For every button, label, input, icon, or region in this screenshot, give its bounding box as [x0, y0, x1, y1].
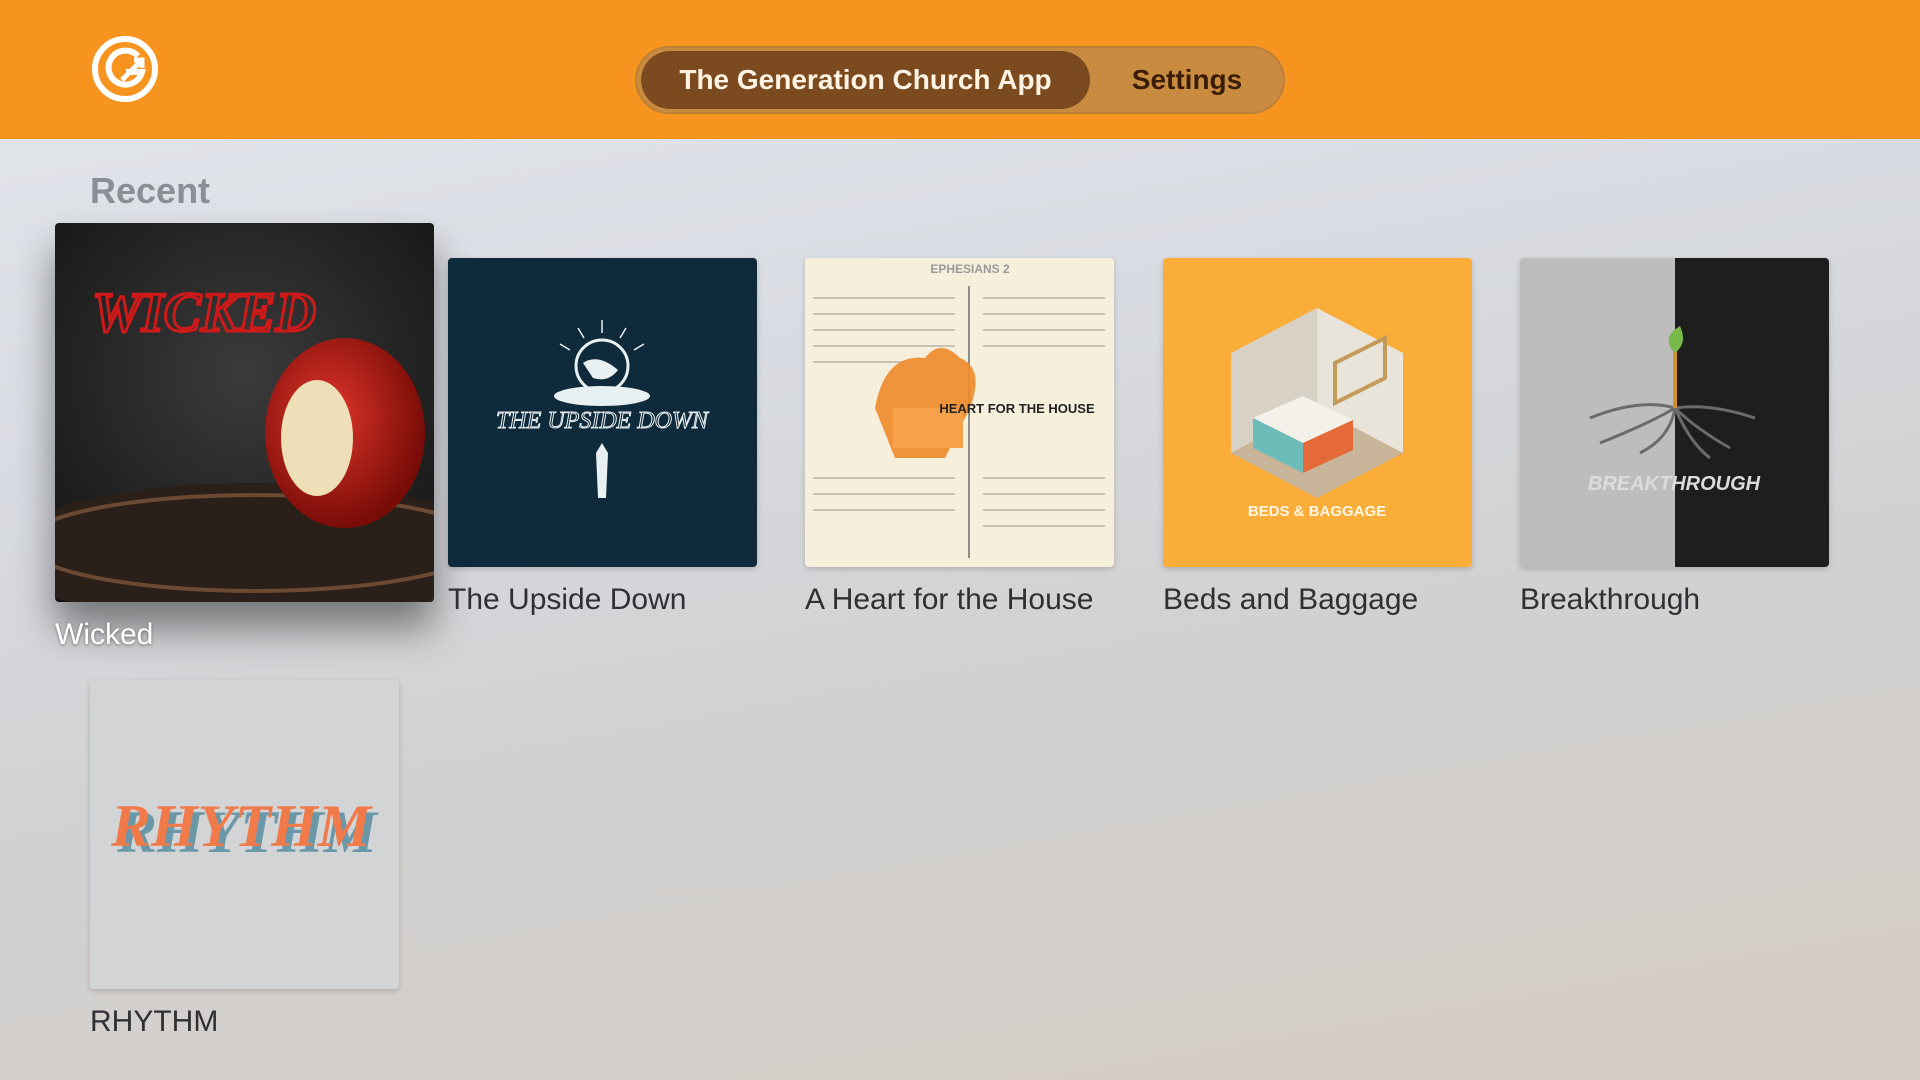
series-title: RHYTHM — [90, 1005, 219, 1038]
tab-generation-church-app[interactable]: The Generation Church App — [641, 51, 1090, 109]
series-card-breakthrough[interactable]: BREAKTHROUGH Breakthrough — [1520, 258, 1840, 628]
globe-hand-artwork-icon: THE UPSIDE DOWN — [448, 258, 757, 567]
bedroom-artwork-icon: BEDS & BAGGAGE — [1163, 258, 1472, 567]
series-card-beds-and-baggage[interactable]: BEDS & BAGGAGE Beds and Baggage — [1163, 258, 1483, 628]
series-card-wicked[interactable]: WICKED Wicked — [55, 223, 435, 663]
section-title: Recent — [90, 170, 211, 211]
series-title: Wicked — [55, 618, 154, 651]
main-nav-segmented-control: The Generation Church App Settings — [635, 46, 1285, 114]
top-bar: The Generation Church App Settings — [0, 0, 1920, 139]
svg-text:WICKED: WICKED — [92, 282, 316, 344]
series-card-upside-down[interactable]: THE UPSIDE DOWN The Upside Down — [448, 258, 758, 628]
svg-text:BREAKTHROUGH: BREAKTHROUGH — [1588, 473, 1761, 495]
roots-artwork-icon: BREAKTHROUGH — [1520, 258, 1829, 567]
series-title: Breakthrough — [1520, 583, 1701, 616]
tab-settings[interactable]: Settings — [1095, 51, 1279, 109]
svg-text:RHYTHM: RHYTHM — [110, 793, 374, 859]
church-logo-icon — [92, 36, 158, 102]
series-title: Beds and Baggage — [1163, 583, 1419, 616]
rhythm-artwork-icon: RHYTHM RHYTHM — [90, 680, 399, 989]
svg-text:HEART FOR THE HOUSE: HEART FOR THE HOUSE — [939, 401, 1095, 416]
series-title: A Heart for the House — [805, 583, 1094, 616]
series-card-rhythm[interactable]: RHYTHM RHYTHM RHYTHM — [90, 680, 410, 1050]
svg-text:EPHESIANS 2: EPHESIANS 2 — [930, 262, 1010, 276]
svg-text:THE UPSIDE DOWN: THE UPSIDE DOWN — [496, 408, 710, 434]
bitten-apple-artwork-icon: WICKED — [55, 223, 434, 602]
series-title: The Upside Down — [448, 583, 687, 616]
series-card-heart-for-the-house[interactable]: EPHESIANS 2 HEART FOR THE HOUSE A Heart … — [805, 258, 1125, 628]
heart-house-artwork-icon: EPHESIANS 2 HEART FOR THE HOUSE — [805, 258, 1114, 567]
svg-text:BEDS & BAGGAGE: BEDS & BAGGAGE — [1248, 503, 1386, 520]
